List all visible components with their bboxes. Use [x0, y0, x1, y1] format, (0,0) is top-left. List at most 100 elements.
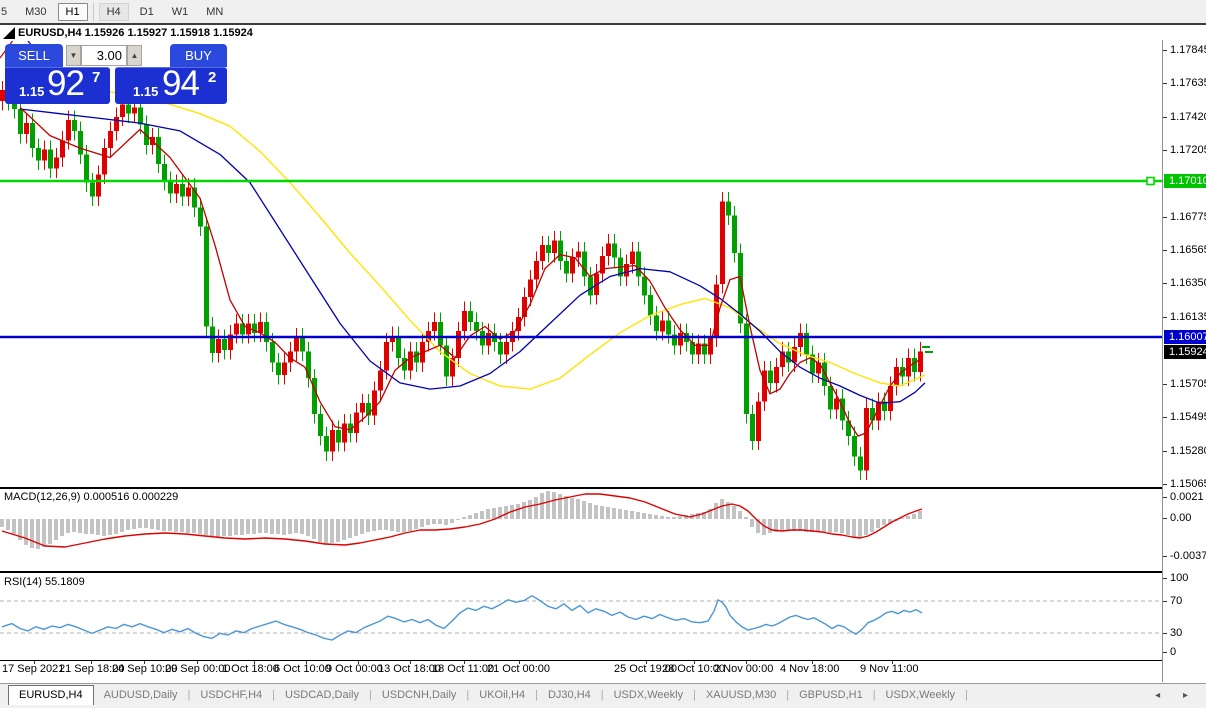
ma-red-line — [20, 107, 920, 436]
time-axis[interactable]: 17 Sep 202121 Sep 18:0024 Sep 10:0029 Se… — [0, 661, 1163, 682]
volume-down-button[interactable]: ▼ — [66, 45, 81, 66]
macd-hist-bar — [384, 519, 388, 530]
macd-hist-bar — [630, 511, 634, 519]
price-tick-label: 1.15280 — [1170, 445, 1206, 457]
candle-body — [114, 117, 119, 131]
toolbar-separator — [93, 3, 94, 21]
macd-hist-bar — [96, 519, 100, 535]
macd-hist-bar — [864, 519, 868, 535]
tab-gbpusd-h1[interactable]: GBPUSD,H1 — [789, 689, 873, 701]
candle-body — [750, 414, 755, 441]
candle-body — [630, 251, 635, 264]
macd-hist-bar — [876, 519, 880, 528]
candle-body — [552, 241, 557, 254]
macd-hist-bar — [576, 499, 580, 519]
rsi-tick — [1163, 578, 1167, 579]
period-button-w1[interactable]: W1 — [165, 4, 196, 20]
macd-tick-label: 0.0021 — [1170, 491, 1204, 503]
hline-green-handle[interactable] — [1147, 178, 1154, 185]
rsi-tick — [1163, 601, 1167, 602]
price-tick — [1163, 83, 1167, 84]
candle-body — [330, 430, 335, 452]
macd-hist-bar — [660, 516, 664, 519]
macd-hist-bar — [78, 519, 82, 533]
period-button-5[interactable]: 5 — [0, 4, 14, 20]
candle-body — [468, 311, 473, 322]
tab-xauusd-m30[interactable]: XAUUSD,M30 — [696, 689, 786, 701]
candle-body — [264, 322, 269, 342]
macd-hist-bar — [666, 517, 670, 519]
candle-body — [294, 338, 299, 352]
candle-body — [654, 316, 659, 332]
candle-body — [300, 338, 305, 352]
macd-hist-bar — [744, 517, 748, 519]
period-button-m30[interactable]: M30 — [18, 4, 53, 20]
candle-body — [384, 342, 389, 370]
candle-body — [276, 363, 281, 376]
price-chart[interactable] — [0, 40, 1163, 488]
macd-hist-bar — [780, 519, 784, 531]
tab-dj30-h4[interactable]: DJ30,H4 — [538, 689, 601, 701]
candle-body — [372, 391, 377, 416]
price-tick-label: 1.17420 — [1170, 111, 1206, 123]
macd-hist-bar — [648, 514, 652, 519]
tab-usdcad-daily[interactable]: USDCAD,Daily — [275, 689, 369, 701]
tab-usdx-weekly[interactable]: USDX,Weekly — [604, 689, 693, 701]
candle-body — [912, 358, 917, 372]
candle-body — [666, 320, 671, 334]
chart-expand-icon[interactable] — [3, 27, 16, 40]
volume-up-button[interactable]: ▲ — [127, 45, 142, 66]
macd-hist-bar — [240, 519, 244, 535]
candle-body — [138, 107, 143, 124]
period-button-d1[interactable]: D1 — [133, 4, 161, 20]
macd-hist-bar — [72, 519, 76, 532]
tab-scroll-arrows[interactable]: ◂ ▸ — [1155, 690, 1198, 701]
macd-hist-bar — [678, 516, 682, 519]
price-axis[interactable]: 1.178451.176351.174201.172051.167751.165… — [1163, 0, 1206, 682]
macd-tick-label: -0.00379 — [1170, 550, 1206, 562]
candle-body — [870, 408, 875, 421]
rsi-tick — [1163, 633, 1167, 634]
tab-ukoil-h4[interactable]: UKOil,H4 — [469, 689, 535, 701]
candle-body — [186, 187, 191, 196]
macd-hist-bar — [810, 519, 814, 532]
candle-body — [540, 245, 545, 261]
tab-audusd-daily[interactable]: AUDUSD,Daily — [94, 689, 188, 701]
volume-input[interactable] — [81, 45, 127, 66]
macd-hist-bar — [312, 519, 316, 539]
time-tick — [646, 661, 647, 664]
macd-hist-bar — [120, 519, 124, 532]
candle-body — [48, 150, 53, 169]
tab-eurusd-h4[interactable]: EURUSD,H4 — [8, 685, 94, 705]
candle-body — [342, 424, 347, 443]
time-label: 4 Nov 18:00 — [780, 663, 839, 675]
candle-body — [120, 104, 125, 117]
macd-hist-bar — [798, 519, 802, 531]
macd-hist-bar — [366, 519, 370, 532]
period-button-h4[interactable]: H4 — [99, 3, 129, 21]
macd-hist-bar — [618, 509, 622, 519]
macd-hist-bar — [432, 519, 436, 524]
pane-separator-macd-rsi[interactable] — [0, 571, 1163, 573]
period-button-mn[interactable]: MN — [199, 4, 230, 20]
macd-hist-bar — [450, 519, 454, 523]
macd-hist-bar — [228, 519, 232, 536]
tab-usdchf-h4[interactable]: USDCHF,H4 — [190, 689, 272, 701]
ma-blue-line — [20, 109, 925, 403]
rsi-pane[interactable] — [0, 574, 1163, 660]
macd-hist-bar — [66, 519, 70, 533]
candle-body — [54, 158, 59, 169]
buy-price-box[interactable]: 1.15 94 2 — [115, 67, 227, 104]
price-tick — [1163, 417, 1167, 418]
macd-hist-bar — [528, 500, 532, 519]
tab-usdcnh-daily[interactable]: USDCNH,Daily — [372, 689, 467, 701]
time-tick — [464, 661, 465, 664]
macd-hist-bar — [336, 519, 340, 542]
candle-body — [462, 311, 467, 331]
period-button-h1[interactable]: H1 — [58, 3, 88, 21]
candle-body — [378, 370, 383, 390]
candle-body — [24, 123, 29, 134]
tab-usdx-weekly[interactable]: USDX,Weekly — [876, 689, 965, 701]
candle-body — [180, 184, 185, 197]
sell-price-box[interactable]: 1.15 92 7 — [5, 67, 110, 104]
